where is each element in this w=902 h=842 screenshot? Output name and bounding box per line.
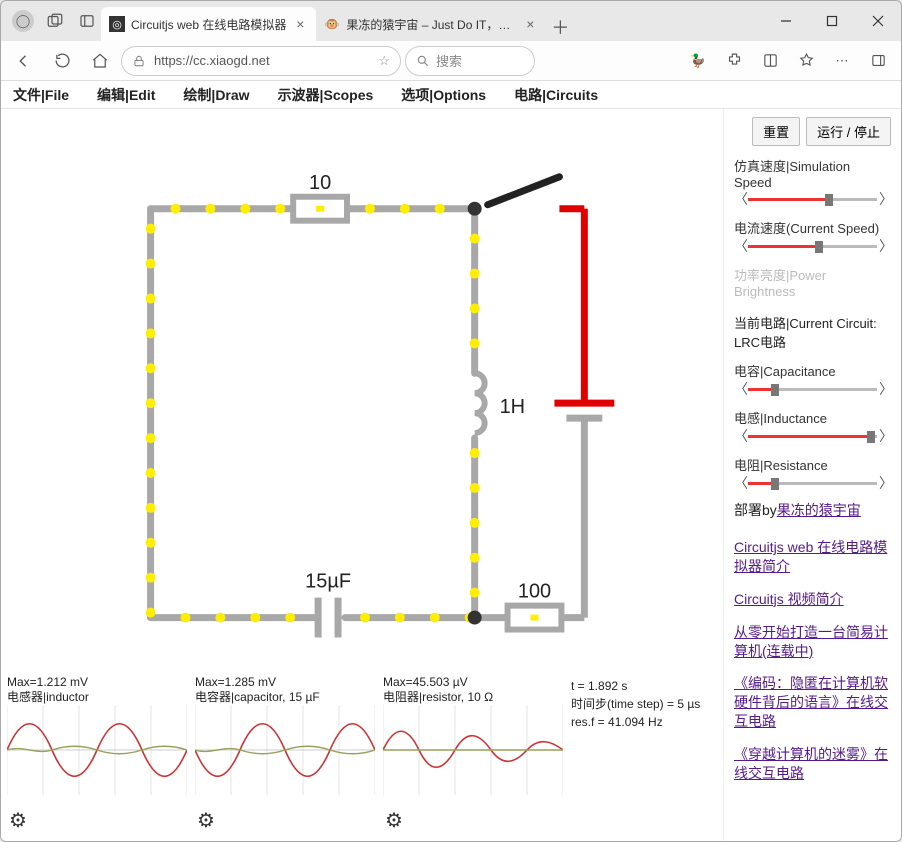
new-tab-button[interactable]: ＋ xyxy=(546,13,574,41)
power-brightness-label: 功率亮度|Power Brightness xyxy=(734,265,891,299)
sim-info: t = 1.892 s 时间步(time step) = 5 µs res.f … xyxy=(571,675,700,731)
arrow-right-icon[interactable]: 〉 xyxy=(879,473,891,493)
tab-close-button[interactable]: × xyxy=(522,16,538,32)
menu-edit[interactable]: 编辑|Edit xyxy=(97,85,155,105)
extension-icon[interactable]: 🦆 xyxy=(681,46,715,76)
arrow-right-icon[interactable]: 〉 xyxy=(879,426,891,446)
circuit-canvas[interactable]: 10 100 xyxy=(1,109,723,671)
workspaces-icon[interactable] xyxy=(41,7,69,35)
profile-avatar[interactable]: ◯ xyxy=(9,7,37,35)
sidebar-button[interactable] xyxy=(753,46,787,76)
favorite-icon[interactable]: ☆ xyxy=(378,53,390,69)
app-menubar: 文件|File 编辑|Edit 绘制|Draw 示波器|Scopes 选项|Op… xyxy=(1,81,901,109)
close-window-button[interactable] xyxy=(855,6,901,36)
lock-icon xyxy=(132,54,146,68)
favicon-icon: ◎ xyxy=(109,16,125,32)
more-button[interactable]: ⋯ xyxy=(825,46,859,76)
titlebar: ◯ ◎ Circuitjs web 在线电路模拟器 × 🐵 果冻的猿宇宙 – J… xyxy=(1,1,901,41)
current-circuit-header: 当前电路|Current Circuit: xyxy=(734,313,891,332)
extensions-button[interactable] xyxy=(717,46,751,76)
refresh-button[interactable] xyxy=(45,46,79,76)
resistance-label: 电阻|Resistance xyxy=(734,455,891,474)
link-intro[interactable]: Circuitjs web 在线电路模拟器简介 xyxy=(734,538,891,576)
menu-file[interactable]: 文件|File xyxy=(13,85,69,105)
scope-max: Max=45.503 µV xyxy=(383,675,563,690)
minimize-button[interactable] xyxy=(763,6,809,36)
deploy-credit: 部署by果冻的猿宇宙 xyxy=(734,500,891,520)
favicon-icon: 🐵 xyxy=(324,16,340,32)
menu-circuits[interactable]: 电路|Circuits xyxy=(514,85,598,105)
browser-toolbar: https://cc.xiaogd.net ☆ 搜索 🦆 ⋯ xyxy=(1,41,901,81)
simulation-speed-slider[interactable]: 〈 〉 xyxy=(734,190,891,208)
scope-settings-icon[interactable]: ⚙ xyxy=(385,808,403,833)
inductance-slider[interactable]: 〈 〉 xyxy=(734,427,891,445)
simulation-speed-label: 仿真速度|Simulation Speed xyxy=(734,156,891,190)
switch[interactable] xyxy=(488,177,560,205)
scope-settings-icon[interactable]: ⚙ xyxy=(9,808,27,833)
search-box[interactable]: 搜索 xyxy=(405,46,535,76)
resistor-bottom-label: 100 xyxy=(518,581,551,603)
menu-options[interactable]: 选项|Options xyxy=(401,85,486,105)
browser-window: ◯ ◎ Circuitjs web 在线电路模拟器 × 🐵 果冻的猿宇宙 – J… xyxy=(0,0,902,842)
arrow-right-icon[interactable]: 〉 xyxy=(879,379,891,399)
deploy-link[interactable]: 果冻的猿宇宙 xyxy=(777,502,861,518)
copilot-button[interactable] xyxy=(861,46,895,76)
tab-blog[interactable]: 🐵 果冻的猿宇宙 – Just Do IT，放胆 × xyxy=(316,7,546,41)
tab-close-button[interactable]: × xyxy=(292,16,308,32)
arrow-left-icon[interactable]: 〈 xyxy=(734,473,746,493)
tab-title: Circuitjs web 在线电路模拟器 xyxy=(131,16,286,33)
maximize-button[interactable] xyxy=(809,6,855,36)
arrow-left-icon[interactable]: 〈 xyxy=(734,189,746,209)
menu-draw[interactable]: 绘制|Draw xyxy=(183,85,249,105)
scope-resistor[interactable]: Max=45.503 µV 电阻器|resistor, 10 Ω ⚙ xyxy=(383,675,563,835)
search-icon xyxy=(416,54,430,68)
arrow-right-icon[interactable]: 〉 xyxy=(879,236,891,256)
link-code-book[interactable]: 《编码：隐匿在计算机软硬件背后的语言》在线交互电路 xyxy=(734,674,891,731)
scope-max: Max=1.212 mV xyxy=(7,675,187,690)
sim-resf: res.f = 41.094 Hz xyxy=(571,713,700,731)
right-panel: 重置 运行 / 停止 仿真速度|Simulation Speed 〈 〉 电流速… xyxy=(723,109,901,841)
capacitance-label: 电容|Capacitance xyxy=(734,361,891,380)
scopes-row: Max=1.212 mV 电感器|inductor ⚙ Max=1.285 mV… xyxy=(1,671,723,841)
tab-title: 果冻的猿宇宙 – Just Do IT，放胆 xyxy=(346,16,516,33)
inductor-label: 1H xyxy=(500,396,525,418)
inductor[interactable] xyxy=(475,373,485,433)
scope-settings-icon[interactable]: ⚙ xyxy=(197,808,215,833)
scope-name: 电阻器|resistor, 10 Ω xyxy=(383,690,563,705)
inductance-label: 电感|Inductance xyxy=(734,408,891,427)
sim-timestep: 时间步(time step) = 5 µs xyxy=(571,695,700,713)
arrow-left-icon[interactable]: 〈 xyxy=(734,236,746,256)
url-text: https://cc.xiaogd.net xyxy=(154,53,270,68)
back-button[interactable] xyxy=(7,46,41,76)
capacitor-label: 15µF xyxy=(305,571,351,593)
search-placeholder: 搜索 xyxy=(436,51,462,70)
arrow-right-icon[interactable]: 〉 xyxy=(879,189,891,209)
current-speed-label: 电流速度(Current Speed) xyxy=(734,218,891,237)
app-content: 10 100 xyxy=(1,109,901,841)
scope-name: 电感器|inductor xyxy=(7,690,187,705)
tab-circuitjs[interactable]: ◎ Circuitjs web 在线电路模拟器 × xyxy=(101,7,316,41)
scope-max: Max=1.285 mV xyxy=(195,675,375,690)
resistance-slider[interactable]: 〈 〉 xyxy=(734,474,891,492)
reset-button[interactable]: 重置 xyxy=(752,117,800,146)
scope-inductor[interactable]: Max=1.212 mV 电感器|inductor ⚙ xyxy=(7,675,187,835)
menu-scopes[interactable]: 示波器|Scopes xyxy=(278,85,374,105)
tabs-icon[interactable] xyxy=(73,7,101,35)
link-video[interactable]: Circuitjs 视频简介 xyxy=(734,590,891,609)
link-fog-book[interactable]: 《穿越计算机的迷雾》在线交互电路 xyxy=(734,745,891,783)
favorites-button[interactable] xyxy=(789,46,823,76)
current-circuit-name: LRC电路 xyxy=(734,332,891,351)
resistor-top-label: 10 xyxy=(309,172,331,194)
arrow-left-icon[interactable]: 〈 xyxy=(734,426,746,446)
arrow-left-icon[interactable]: 〈 xyxy=(734,379,746,399)
capacitance-slider[interactable]: 〈 〉 xyxy=(734,380,891,398)
runstop-button[interactable]: 运行 / 停止 xyxy=(806,117,891,146)
scope-capacitor[interactable]: Max=1.285 mV 电容器|capacitor, 15 µF ⚙ xyxy=(195,675,375,835)
scope-name: 电容器|capacitor, 15 µF xyxy=(195,690,375,705)
home-button[interactable] xyxy=(83,46,117,76)
address-bar[interactable]: https://cc.xiaogd.net ☆ xyxy=(121,46,401,76)
link-build-computer[interactable]: 从零开始打造一台简易计算机(连载中) xyxy=(734,623,891,661)
sim-time: t = 1.892 s xyxy=(571,677,700,695)
current-speed-slider[interactable]: 〈 〉 xyxy=(734,237,891,255)
